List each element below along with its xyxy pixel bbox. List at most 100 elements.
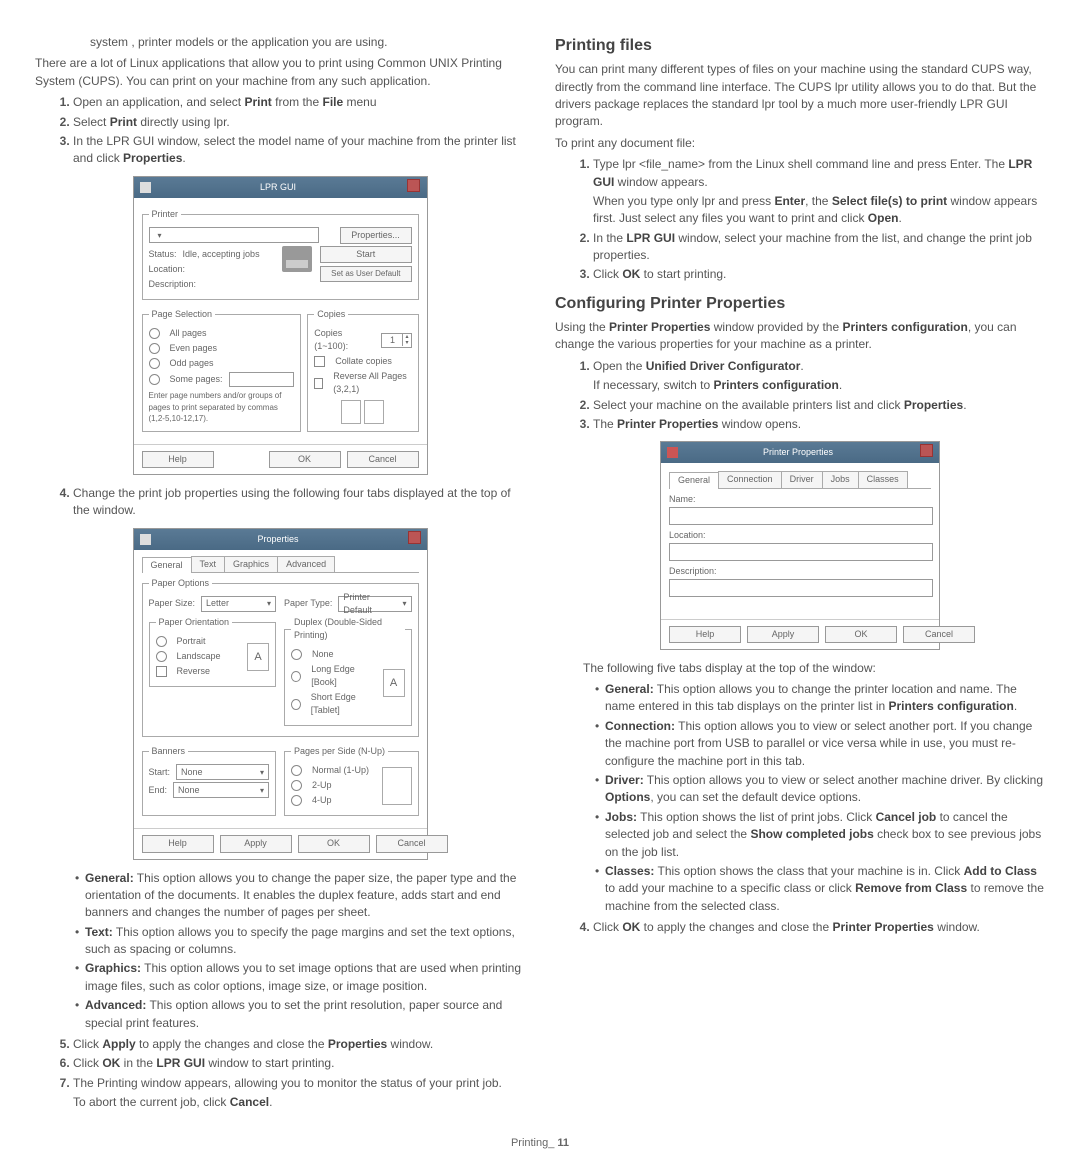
printer-icon [282,246,312,272]
cstep1: Open the Unified Driver Configurator. If… [593,358,1045,395]
config-intro: Using the Printer Properties window prov… [555,319,1045,354]
normal-radio[interactable] [291,765,302,776]
copies-fieldset: Copies Copies (1~100): 1▴▾ Collate copie… [307,308,418,432]
step6: Click OK in the LPR GUI window to start … [73,1055,525,1072]
window-icon [140,182,151,193]
close-icon[interactable] [407,179,420,192]
tab-text[interactable]: Text [191,556,226,572]
tab-classes[interactable]: Classes [858,471,908,487]
window-icon [667,447,678,458]
page-footer: Printing_ 11 [35,1136,1045,1152]
ok-button[interactable]: OK [298,835,370,852]
props-titlebar: Properties [134,529,427,550]
bullet-text: Text: This option allows you to specify … [75,924,525,959]
pp-title: Printer Properties [763,446,833,459]
tab-general[interactable]: General [142,557,192,573]
duplex-fieldset: Duplex (Double-Sided Printing) None Long… [284,616,412,726]
printing-files-heading: Printing files [555,34,1045,57]
intro2: There are a lot of Linux applications th… [35,55,525,90]
cancel-button[interactable]: Cancel [903,626,975,643]
orientation-fieldset: Paper Orientation Portrait Landscape Rev… [149,616,277,687]
longedge-radio[interactable] [291,671,301,682]
cstep2: Select your machine on the available pri… [593,397,1045,414]
bullet-general: General: This option allows you to chang… [75,870,525,922]
reverse-check[interactable] [156,666,167,677]
print-any: To print any document file: [555,135,1045,152]
pstep2: In the LPR GUI window, select your machi… [593,230,1045,265]
banner-end-select[interactable]: None [173,782,269,798]
set-default-button[interactable]: Set as User Default [320,266,411,282]
allpages-radio[interactable] [149,328,160,339]
tab-driver[interactable]: Driver [781,471,823,487]
2up-radio[interactable] [291,780,302,791]
banner-start-select[interactable]: None [176,764,269,780]
portrait-radio[interactable] [156,636,167,647]
papersize-select[interactable]: Letter [201,596,276,612]
t-connection: Connection: This option allows you to vi… [595,718,1045,770]
ok-button[interactable]: OK [269,451,341,468]
bullet-advanced: Advanced: This option allows you to set … [75,997,525,1032]
tabs-intro: The following five tabs display at the t… [583,660,1045,677]
printer-properties-window: Printer Properties General Connection Dr… [660,441,940,649]
evenpages-radio[interactable] [149,343,160,354]
tab-graphics[interactable]: Graphics [224,556,278,572]
orientation-preview-icon: A [247,643,269,671]
location-input[interactable] [669,543,933,561]
tab-advanced[interactable]: Advanced [277,556,335,572]
printer-select[interactable] [149,227,319,243]
bullet-graphics: Graphics: This option allows you to set … [75,960,525,995]
banners-fieldset: Banners Start:None End:None [142,745,277,816]
somepages-radio[interactable] [149,374,160,385]
apply-button[interactable]: Apply [220,835,292,852]
apply-button[interactable]: Apply [747,626,819,643]
papertype-select[interactable]: Printer Default [338,596,411,612]
landscape-radio[interactable] [156,651,167,662]
lpr-gui-window: LPR GUI Printer Properties... Stat [133,176,428,475]
reverse-check[interactable] [314,378,323,389]
step3: In the LPR GUI window, select the model … [73,133,525,168]
tab-jobs[interactable]: Jobs [822,471,859,487]
none-radio[interactable] [291,649,302,660]
tab-general[interactable]: General [669,472,719,488]
printer-fieldset: Printer Properties... Status:Idle, accep… [142,208,419,300]
cstep3: The Printer Properties window opens. [593,416,1045,433]
shortedge-radio[interactable] [291,699,301,710]
close-icon[interactable] [408,531,421,544]
properties-window: Properties General Text Graphics Advance… [133,528,428,860]
t-jobs: Jobs: This option shows the list of prin… [595,809,1045,861]
copies-spinner[interactable]: 1▴▾ [381,333,411,348]
description-input[interactable] [669,579,933,597]
close-icon[interactable] [920,444,933,457]
pages-preview-icon [314,400,411,424]
name-input[interactable] [669,507,933,525]
properties-button[interactable]: Properties... [340,227,412,244]
lpr-title: LPR GUI [260,181,296,194]
help-button[interactable]: Help [142,451,214,468]
nup-preview-icon [382,767,412,805]
step5: Click Apply to apply the changes and clo… [73,1036,525,1053]
pp-titlebar: Printer Properties [661,442,939,463]
pstep3: Click OK to start printing. [593,266,1045,283]
duplex-preview-icon: A [383,669,405,697]
lpr-titlebar: LPR GUI [134,177,427,198]
tab-connection[interactable]: Connection [718,471,782,487]
cancel-button[interactable]: Cancel [376,835,448,852]
cstep4: Click OK to apply the changes and close … [593,919,1045,936]
intro1: system , printer models or the applicati… [90,34,525,51]
start-button[interactable]: Start [320,246,411,263]
somepages-input[interactable] [229,372,295,387]
cancel-button[interactable]: Cancel [347,451,419,468]
collate-check[interactable] [314,356,325,367]
help-button[interactable]: Help [669,626,741,643]
t-general: General: This option allows you to chang… [595,681,1045,716]
oddpages-radio[interactable] [149,358,160,369]
nup-fieldset: Pages per Side (N-Up) Normal (1-Up) 2-Up… [284,745,419,816]
ok-button[interactable]: OK [825,626,897,643]
window-icon [140,534,151,545]
step1: Open an application, and select Print fr… [73,94,525,111]
help-button[interactable]: Help [142,835,214,852]
4up-radio[interactable] [291,795,302,806]
t-driver: Driver: This option allows you to view o… [595,772,1045,807]
step2: Select Print directly using lpr. [73,114,525,131]
page-selection-fieldset: Page Selection All pages Even pages Odd … [142,308,302,432]
